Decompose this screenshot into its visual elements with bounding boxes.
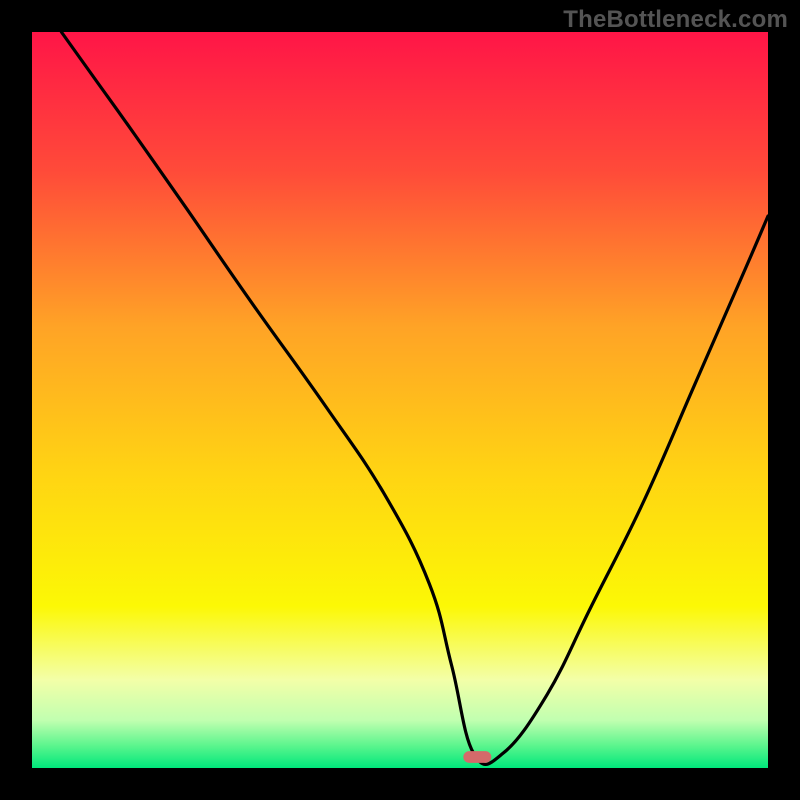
- bottleneck-chart: TheBottleneck.com: [0, 0, 800, 800]
- optimal-marker: [463, 751, 491, 763]
- plot-area: [32, 32, 768, 768]
- watermark-text: TheBottleneck.com: [563, 6, 788, 34]
- chart-svg: [0, 0, 800, 800]
